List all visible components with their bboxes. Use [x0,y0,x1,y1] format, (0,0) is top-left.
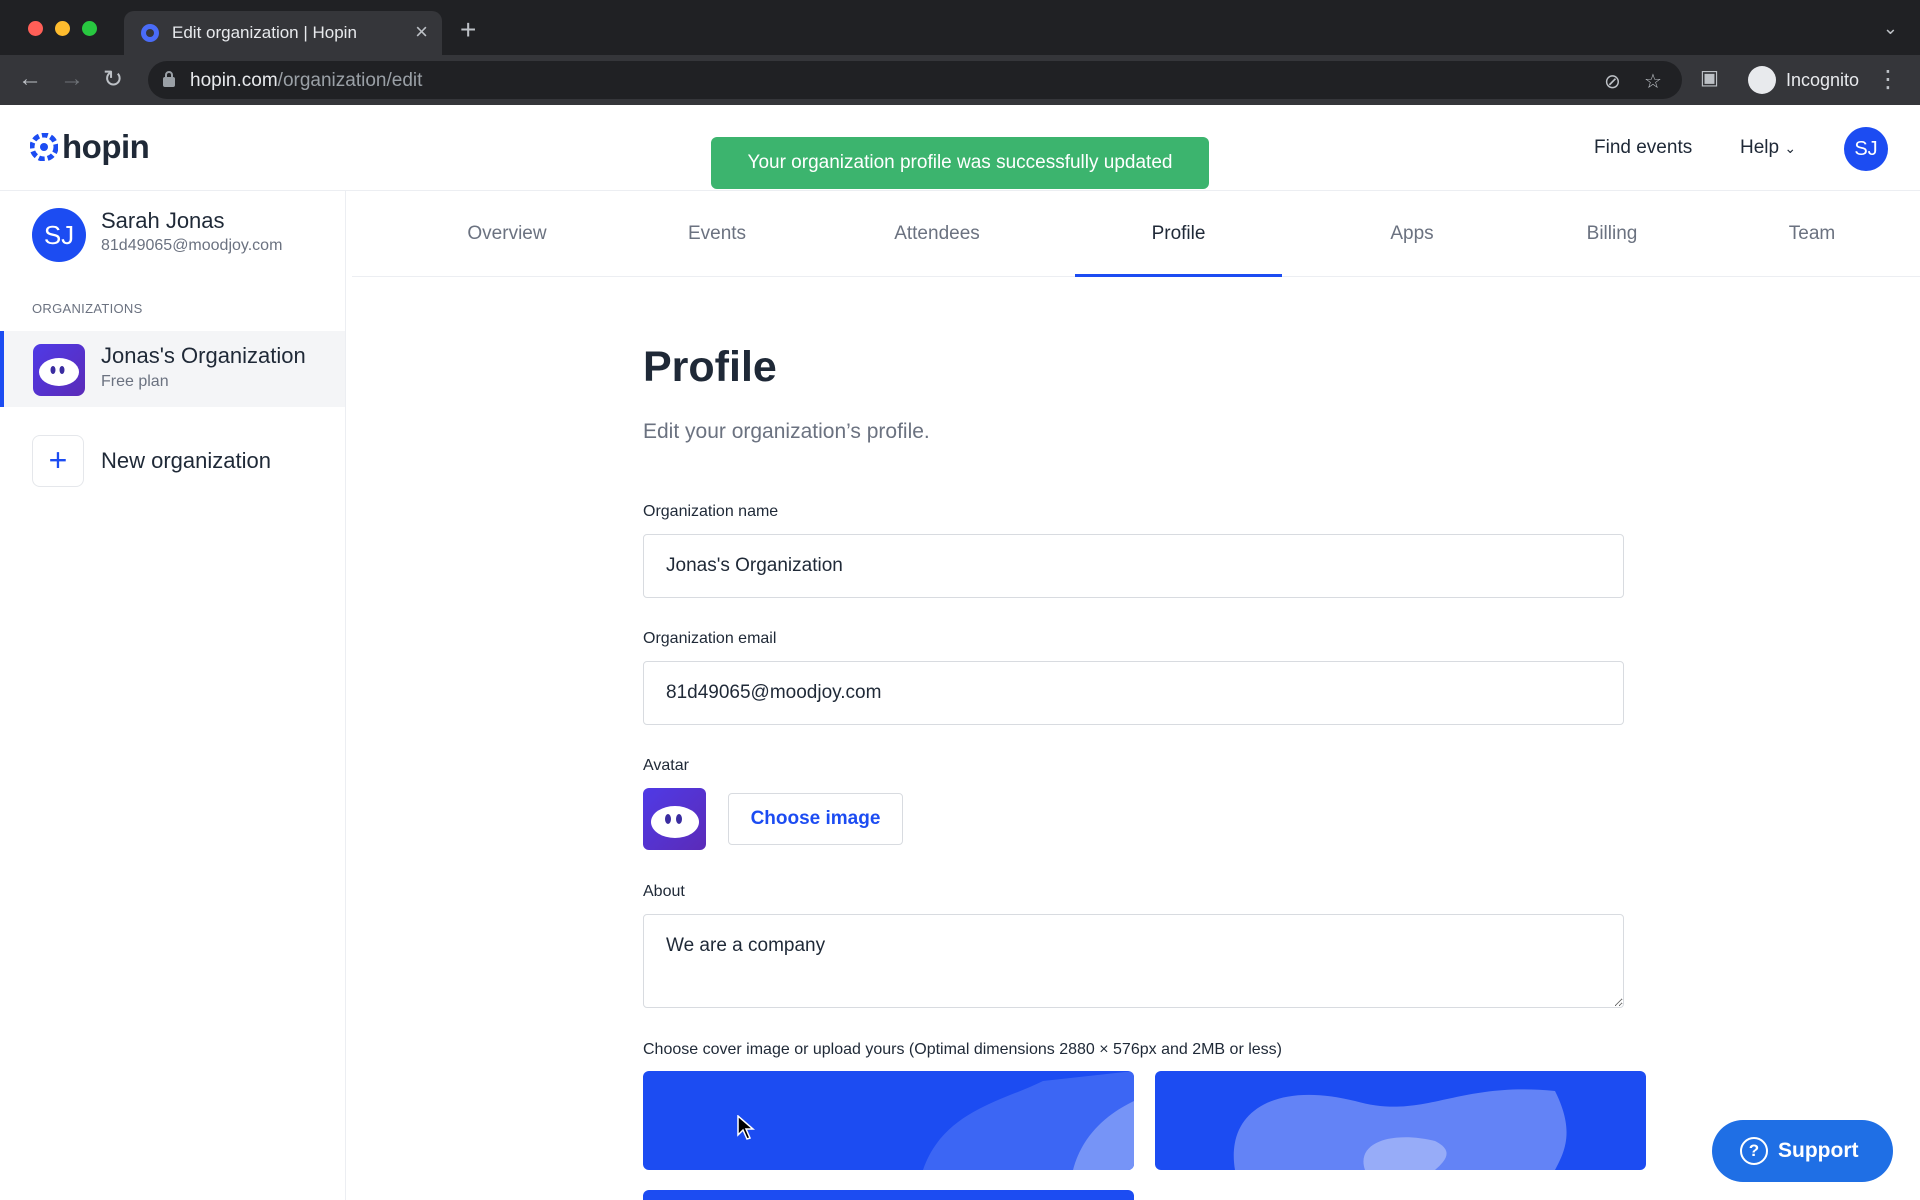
cover-option-1[interactable] [643,1071,1134,1170]
sidebar-user-name: Sarah Jonas [101,208,225,233]
incognito-badge[interactable]: Incognito [1740,62,1871,98]
org-tabs: Overview Events Attendees Profile Apps B… [352,191,1920,277]
url-path: /organization/edit [277,70,423,91]
browser-menu-icon[interactable]: ⋮ [1876,65,1900,94]
avatar-label: Avatar [643,757,689,774]
lock-icon [163,71,175,87]
hopin-logo[interactable]: hopin [30,127,150,167]
eye-off-icon[interactable]: ⊘ [1604,69,1621,94]
avatar-preview-icon [643,788,706,850]
cover-image-label: Choose cover image or upload yours (Opti… [643,1041,1282,1058]
sidebar-user-avatar: SJ [32,208,86,262]
org-name: Jonas's Organization [101,343,306,368]
url-text: hopin.com/organization/edit [190,70,422,92]
star-icon[interactable]: ☆ [1644,69,1662,94]
plus-icon: + [32,435,84,487]
maximize-window-button[interactable] [82,21,97,36]
help-label: Help [1740,137,1780,158]
org-name-input[interactable] [643,534,1624,598]
ghost-logo-icon [33,344,85,396]
close-window-button[interactable] [28,21,43,36]
support-label: Support [1778,1139,1859,1162]
org-email-label: Organization email [643,630,777,647]
org-plan: Free plan [101,373,169,390]
about-label: About [643,883,685,900]
mouse-cursor-icon [737,1115,755,1140]
address-bar[interactable]: hopin.com/organization/edit ⊘ ☆ [148,61,1682,99]
tab-apps[interactable]: Apps [1342,191,1482,277]
browser-titlebar: Edit organization | Hopin × + ⌄ [0,0,1920,55]
org-email-input[interactable] [643,661,1624,725]
cover-option-2[interactable] [1155,1071,1646,1170]
tab-attendees[interactable]: Attendees [852,191,1022,277]
minimize-window-button[interactable] [55,21,70,36]
question-icon: ? [1740,1137,1768,1165]
side-panel-icon[interactable]: ▣ [1700,65,1719,90]
chevron-down-icon: ⌄ [1784,140,1797,156]
choose-image-button[interactable]: Choose image [728,793,903,845]
app-header: hopin Your organization profile was succ… [0,105,1920,191]
tab-events[interactable]: Events [642,191,792,277]
incognito-icon [1748,66,1776,94]
page-subtitle: Edit your organization’s profile. [643,420,930,443]
logo-text: hopin [62,128,150,165]
tab-overview[interactable]: Overview [422,191,592,277]
success-toast: Your organization profile was successful… [711,137,1209,189]
sidebar-user-email: 81d49065@moodjoy.com [101,237,283,254]
user-avatar-button[interactable]: SJ [1844,127,1888,171]
hopin-favicon-icon [141,24,159,42]
support-button[interactable]: ? Support [1712,1120,1893,1182]
browser-tab[interactable]: Edit organization | Hopin × [124,11,442,55]
org-name-label: Organization name [643,503,779,520]
help-menu[interactable]: Help ⌄ [1740,137,1796,159]
url-host: hopin.com [190,70,278,91]
close-tab-icon[interactable]: × [415,19,428,45]
organizations-heading: ORGANIZATIONS [32,301,143,316]
tab-search-chevron-icon[interactable]: ⌄ [1883,18,1898,39]
new-tab-icon[interactable]: + [460,14,476,46]
tab-billing[interactable]: Billing [1542,191,1682,277]
tab-profile[interactable]: Profile [1075,191,1282,277]
browser-toolbar: ← → ↻ hopin.com/organization/edit ⊘ ☆ ▣ … [0,55,1920,105]
about-textarea[interactable]: We are a company [643,914,1624,1008]
new-organization-label: New organization [101,448,271,473]
find-events-link[interactable]: Find events [1594,137,1692,159]
incognito-label: Incognito [1786,70,1860,90]
tab-title: Edit organization | Hopin [172,23,357,42]
reload-icon[interactable]: ↻ [103,65,123,94]
sidebar-item-organization[interactable]: Jonas's Organization Free plan [0,331,345,407]
back-arrow-icon[interactable]: ← [18,65,42,93]
sidebar: SJ Sarah Jonas 81d49065@moodjoy.com ORGA… [0,191,346,1200]
new-organization-button[interactable]: + New organization [0,432,345,492]
tab-team[interactable]: Team [1742,191,1882,277]
forward-arrow-icon[interactable]: → [60,65,84,93]
hopin-logo-icon [30,133,58,161]
cover-option-3[interactable] [643,1190,1134,1200]
page-title: Profile [643,343,777,391]
